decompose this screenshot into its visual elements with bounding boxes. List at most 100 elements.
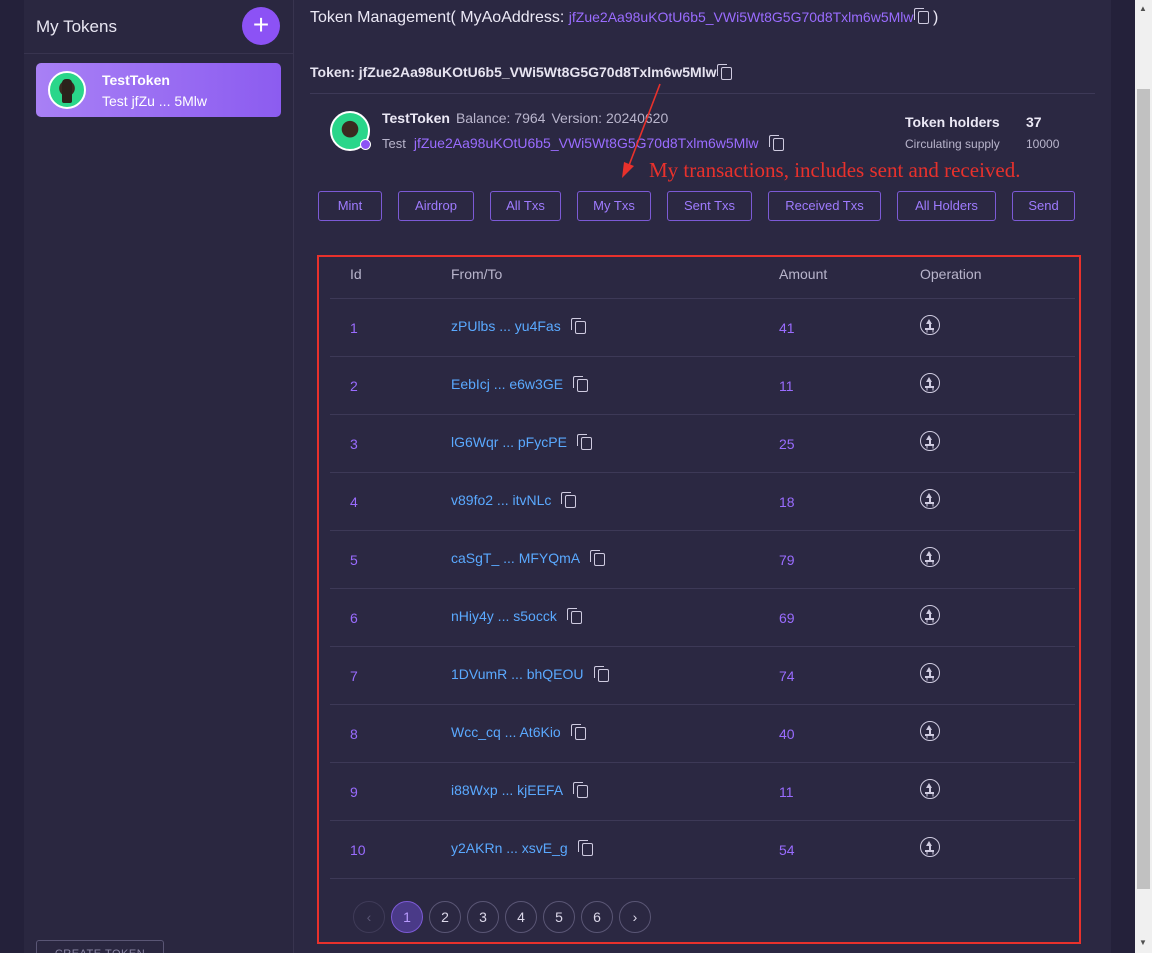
token-ticker: Test	[382, 136, 406, 151]
tx-id: 5	[350, 552, 358, 568]
upload-icon[interactable]	[920, 547, 940, 567]
upload-icon[interactable]	[920, 489, 940, 509]
tx-from-to: caSgT_ ... MFYQmA	[451, 549, 606, 566]
token-list-item-name: TestToken	[102, 72, 170, 88]
upload-icon[interactable]	[920, 315, 940, 335]
token-list-item[interactable]: TestToken Test jfZu ... 5Mlw	[36, 63, 281, 117]
tx-amount: 40	[779, 726, 795, 742]
tx-amount: 11	[779, 378, 794, 394]
copy-icon[interactable]	[573, 781, 589, 798]
tx-id: 4	[350, 494, 358, 510]
tx-address-link[interactable]: i88Wxp ... kjEEFA	[451, 782, 563, 798]
page-button-3[interactable]: 3	[467, 901, 499, 933]
tx-address-link[interactable]: 1DVumR ... bhQEOU	[451, 666, 584, 682]
tx-id: 10	[350, 842, 366, 858]
tx-address-link[interactable]: lG6Wqr ... pFycPE	[451, 434, 567, 450]
mint-button[interactable]: Mint	[318, 191, 382, 221]
my-ao-address-link[interactable]: jfZue2Aa98uKOtU6b5_VWi5Wt8G5G70d8Txlm6w5…	[569, 9, 914, 25]
prev-page-button[interactable]: ‹	[353, 901, 385, 933]
copy-icon[interactable]	[570, 317, 586, 334]
copy-icon[interactable]	[590, 549, 606, 566]
tx-address-link[interactable]: EebIcj ... e6w3GE	[451, 376, 563, 392]
all-txs-button[interactable]: All Txs	[490, 191, 561, 221]
tx-id: 1	[350, 320, 358, 336]
page-title-prefix: Token Management( MyAoAddress:	[310, 9, 565, 26]
header-divider	[330, 298, 1075, 299]
right-gutter	[1111, 0, 1135, 953]
received-txs-button[interactable]: Received Txs	[768, 191, 881, 221]
copy-icon[interactable]	[570, 723, 586, 740]
tx-address-link[interactable]: caSgT_ ... MFYQmA	[451, 550, 580, 566]
tx-id: 7	[350, 668, 358, 684]
sidebar-header: My Tokens +	[24, 0, 293, 54]
token-address-link[interactable]: jfZue2Aa98uKOtU6b5_VWi5Wt8G5G70d8Txlm6w5…	[414, 135, 759, 151]
row-divider	[330, 646, 1075, 647]
page-button-2[interactable]: 2	[429, 901, 461, 933]
holders-label: Token holders	[905, 114, 1000, 130]
my-txs-button[interactable]: My Txs	[577, 191, 651, 221]
supply-value: 10000	[1026, 137, 1060, 151]
tx-amount: 54	[779, 842, 795, 858]
copy-icon[interactable]	[768, 135, 784, 152]
upload-icon[interactable]	[920, 721, 940, 741]
tx-id: 8	[350, 726, 358, 742]
upload-icon[interactable]	[920, 779, 940, 799]
tx-from-to: i88Wxp ... kjEEFA	[451, 781, 589, 798]
tx-address-link[interactable]: y2AKRn ... xsvE_g	[451, 840, 568, 856]
tx-amount: 79	[779, 552, 795, 568]
tx-address-link[interactable]: v89fo2 ... itvNLc	[451, 492, 551, 508]
token-info-sub-line: Test jfZue2Aa98uKOtU6b5_VWi5Wt8G5G70d8Txl…	[382, 135, 784, 152]
tx-from-to: v89fo2 ... itvNLc	[451, 491, 577, 508]
tx-from-to: Wcc_cq ... At6Kio	[451, 723, 586, 740]
copy-icon[interactable]	[716, 63, 732, 80]
upload-icon[interactable]	[920, 605, 940, 625]
column-header-operation: Operation	[920, 266, 982, 282]
supply-label: Circulating supply	[905, 137, 1000, 151]
tx-from-to: lG6Wqr ... pFycPE	[451, 433, 592, 450]
scroll-down-icon[interactable]: ▼	[1139, 938, 1147, 947]
all-holders-button[interactable]: All Holders	[897, 191, 996, 221]
create-token-button[interactable]: CREATE TOKEN	[36, 940, 164, 953]
scrollbar[interactable]: ▲ ▼	[1135, 0, 1152, 953]
tx-from-to: y2AKRn ... xsvE_g	[451, 839, 593, 856]
row-divider	[330, 704, 1075, 705]
next-page-button[interactable]: ›	[619, 901, 651, 933]
tx-address-link[interactable]: nHiy4y ... s5occk	[451, 608, 557, 624]
upload-icon[interactable]	[920, 663, 940, 683]
plus-icon: +	[252, 9, 270, 40]
copy-icon[interactable]	[577, 839, 593, 856]
scrollbar-thumb[interactable]	[1137, 89, 1150, 889]
tx-address-link[interactable]: zPUlbs ... yu4Fas	[451, 318, 561, 334]
token-balance: Balance: 7964	[455, 110, 546, 126]
copy-icon[interactable]	[576, 433, 592, 450]
scroll-up-icon[interactable]: ▲	[1139, 4, 1147, 13]
page-button-5[interactable]: 5	[543, 901, 575, 933]
tx-from-to: EebIcj ... e6w3GE	[451, 375, 589, 392]
copy-icon[interactable]	[561, 491, 577, 508]
row-divider	[330, 588, 1075, 589]
airdrop-button[interactable]: Airdrop	[398, 191, 474, 221]
upload-icon[interactable]	[920, 431, 940, 451]
tx-amount: 41	[779, 320, 795, 336]
main-panel: Token Management( MyAoAddress: jfZue2Aa9…	[294, 0, 1111, 953]
copy-icon[interactable]	[913, 8, 929, 25]
token-id-line: Token: jfZue2Aa98uKOtU6b5_VWi5Wt8G5G70d8…	[310, 63, 732, 80]
send-button[interactable]: Send	[1012, 191, 1075, 221]
page-button-4[interactable]: 4	[505, 901, 537, 933]
row-divider	[330, 762, 1075, 763]
upload-icon[interactable]	[920, 373, 940, 393]
upload-icon[interactable]	[920, 837, 940, 857]
copy-icon[interactable]	[593, 665, 609, 682]
tx-id: 2	[350, 378, 358, 394]
tx-amount: 69	[779, 610, 795, 626]
sent-txs-button[interactable]: Sent Txs	[667, 191, 752, 221]
row-divider	[330, 820, 1075, 821]
tx-address-link[interactable]: Wcc_cq ... At6Kio	[451, 724, 561, 740]
page-button-6[interactable]: 6	[581, 901, 613, 933]
tx-from-to: nHiy4y ... s5occk	[451, 607, 582, 624]
page-button-1[interactable]: 1	[391, 901, 423, 933]
row-divider	[330, 414, 1075, 415]
copy-icon[interactable]	[566, 607, 582, 624]
copy-icon[interactable]	[573, 375, 589, 392]
add-token-button[interactable]: +	[242, 7, 280, 45]
